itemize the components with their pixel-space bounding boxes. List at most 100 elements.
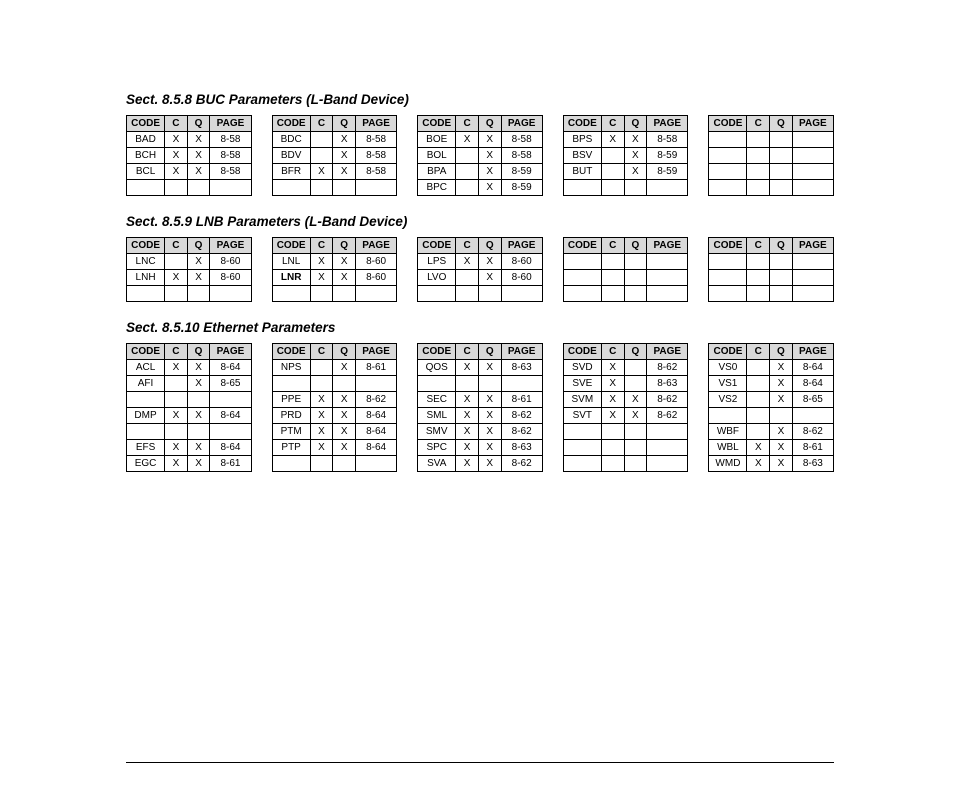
table-row: BPAX8-59 [418, 164, 543, 180]
cell-code: AFI [127, 376, 165, 392]
cell-q [770, 254, 793, 270]
table-row: WBLXX8-61 [709, 440, 834, 456]
cell-c [310, 132, 333, 148]
col-header-page: PAGE [501, 116, 542, 132]
col-header-q: Q [770, 344, 793, 360]
table-row: SMLXX8-62 [418, 408, 543, 424]
table-row: WMDXX8-63 [709, 456, 834, 472]
codes-table: CODECQPAGEACLXX8-64AFIX8-65DMPXX8-64EFSX… [126, 343, 252, 472]
col-header-c: C [165, 344, 188, 360]
cell-c [310, 286, 333, 302]
cell-c [747, 164, 770, 180]
cell-q [770, 408, 793, 424]
cell-code: WBL [709, 440, 747, 456]
table-row: PRDXX8-64 [272, 408, 397, 424]
cell-c [456, 270, 479, 286]
col-header-q: Q [333, 238, 356, 254]
table-row: SPCXX8-63 [418, 440, 543, 456]
table-row [563, 254, 688, 270]
col-header-c: C [456, 116, 479, 132]
col-header-q: Q [187, 116, 210, 132]
table-row [127, 286, 252, 302]
cell-page: 8-58 [647, 132, 688, 148]
cell-page [210, 180, 251, 196]
cell-code: LPS [418, 254, 456, 270]
col-header-c: C [310, 238, 333, 254]
col-header-page: PAGE [792, 238, 833, 254]
col-header-code: CODE [418, 116, 456, 132]
cell-code [272, 456, 310, 472]
cell-q [333, 376, 356, 392]
cell-page [792, 254, 833, 270]
page: Sect. 8.5.8 BUC Parameters (L-Band Devic… [0, 0, 954, 803]
section-title: Sect. 8.5.10 Ethernet Parameters [126, 320, 834, 335]
section-title: Sect. 8.5.9 LNB Parameters (L-Band Devic… [126, 214, 834, 229]
cell-code [709, 148, 747, 164]
cell-c [601, 286, 624, 302]
cell-q: X [624, 164, 647, 180]
cell-q [624, 360, 647, 376]
cell-code: SEC [418, 392, 456, 408]
cell-c [601, 148, 624, 164]
cell-code: LVO [418, 270, 456, 286]
cell-q: X [478, 148, 501, 164]
tables-row: CODECQPAGELNCX8-60LNHXX8-60CODECQPAGELNL… [126, 237, 834, 302]
cell-q: X [187, 360, 210, 376]
cell-page: 8-62 [647, 392, 688, 408]
table-row: NPSX8-61 [272, 360, 397, 376]
cell-page: 8-64 [792, 360, 833, 376]
table-row: PTPXX8-64 [272, 440, 397, 456]
col-header-page: PAGE [355, 344, 396, 360]
cell-c [747, 270, 770, 286]
table-row: BSVX8-59 [563, 148, 688, 164]
table-row: BPSXX8-58 [563, 132, 688, 148]
cell-code: SMV [418, 424, 456, 440]
cell-c: X [310, 408, 333, 424]
cell-page [792, 132, 833, 148]
table-row [418, 376, 543, 392]
cell-c: X [165, 360, 188, 376]
cell-page [792, 286, 833, 302]
cell-page [647, 254, 688, 270]
cell-page: 8-62 [792, 424, 833, 440]
cell-page: 8-58 [501, 132, 542, 148]
table-row: QOSXX8-63 [418, 360, 543, 376]
table-row: PTMXX8-64 [272, 424, 397, 440]
cell-page: 8-62 [501, 424, 542, 440]
col-header-c: C [456, 238, 479, 254]
cell-c: X [747, 440, 770, 456]
cell-q: X [770, 424, 793, 440]
cell-page [647, 456, 688, 472]
cell-page [501, 286, 542, 302]
cell-c [456, 180, 479, 196]
cell-c [747, 132, 770, 148]
table-row: SVDX8-62 [563, 360, 688, 376]
cell-c [747, 392, 770, 408]
cell-c [165, 286, 188, 302]
codes-table: CODECQPAGELPSXX8-60LVOX8-60 [417, 237, 543, 302]
cell-code: BOL [418, 148, 456, 164]
cell-q [333, 286, 356, 302]
col-header-q: Q [333, 116, 356, 132]
cell-page: 8-58 [355, 132, 396, 148]
cell-page: 8-63 [647, 376, 688, 392]
cell-code [563, 456, 601, 472]
col-header-q: Q [770, 238, 793, 254]
table-row: VS2X8-65 [709, 392, 834, 408]
cell-q [624, 424, 647, 440]
cell-q [624, 180, 647, 196]
cell-page: 8-58 [210, 164, 251, 180]
cell-page: 8-61 [355, 360, 396, 376]
cell-q: X [333, 270, 356, 286]
cell-page [792, 180, 833, 196]
col-header-q: Q [624, 238, 647, 254]
cell-q: X [478, 440, 501, 456]
col-header-page: PAGE [647, 116, 688, 132]
table-row [272, 180, 397, 196]
table-row [709, 164, 834, 180]
cell-code: BCH [127, 148, 165, 164]
cell-c: X [165, 270, 188, 286]
table-row: AFIX8-65 [127, 376, 252, 392]
cell-code [418, 376, 456, 392]
cell-page: 8-64 [210, 408, 251, 424]
